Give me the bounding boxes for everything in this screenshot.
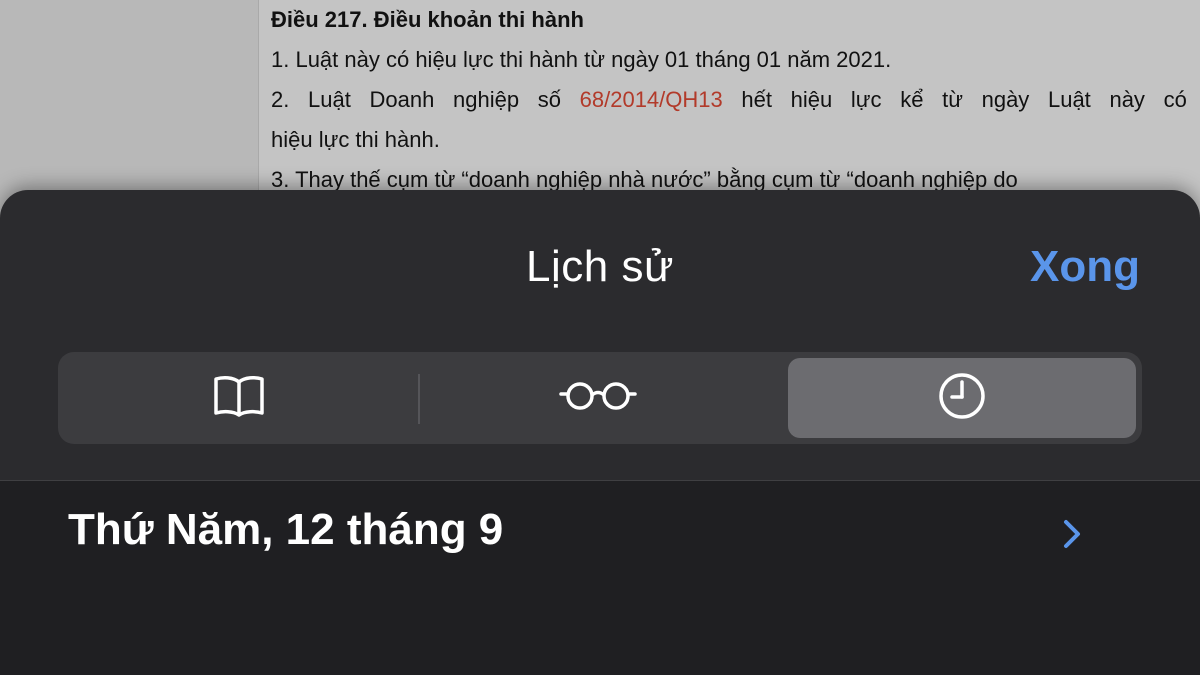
history-clock-icon xyxy=(936,370,988,427)
doc-word: Luật xyxy=(308,87,351,112)
document-heading: Điều 217. Điều khoản thi hành xyxy=(271,7,584,32)
history-list: Thứ Năm, 12 tháng 9 xyxy=(0,481,1200,675)
doc-word: lực xyxy=(850,87,882,112)
doc-word: ngày xyxy=(981,87,1030,112)
doc-word: từ xyxy=(942,87,963,112)
history-sheet: Lịch sử Xong Thứ Năm, 12 tháng 9 xyxy=(0,190,1200,675)
history-day-label: Thứ Năm, 12 tháng 9 xyxy=(68,505,504,554)
doc-word: này xyxy=(1109,87,1145,112)
doc-word: số xyxy=(537,87,561,112)
document-line: hiệu lực thi hành. xyxy=(271,127,440,152)
sheet-title: Lịch sử xyxy=(526,242,674,291)
doc-word: 2. xyxy=(271,87,290,112)
doc-word: kể xyxy=(900,87,924,112)
doc-word: nghiệp xyxy=(453,87,520,112)
document-line: 1. Luật này có hiệu lực thi hành từ ngày… xyxy=(271,47,892,72)
book-icon xyxy=(211,374,267,423)
reading-list-glasses-icon xyxy=(558,378,638,419)
segment-reading-list[interactable] xyxy=(423,358,773,438)
document-line-justified: 2. Luật Doanh nghiệp số 68/2014/QH13 hết… xyxy=(271,80,1187,120)
segment-history[interactable] xyxy=(788,358,1136,438)
chevron-right-icon xyxy=(1062,519,1082,554)
segment-divider xyxy=(418,374,420,424)
doc-word: có xyxy=(1163,87,1187,112)
document-text: Điều 217. Điều khoản thi hành 1. Luật nà… xyxy=(271,0,1187,200)
segmented-control xyxy=(58,352,1142,444)
law-reference-link[interactable]: 68/2014/QH13 xyxy=(580,80,723,120)
doc-word: hiệu xyxy=(790,87,833,112)
history-day-row[interactable]: Thứ Năm, 12 tháng 9 xyxy=(0,481,1200,591)
doc-word: hết xyxy=(741,87,772,112)
segment-bookmarks[interactable] xyxy=(64,358,414,438)
doc-word: Doanh xyxy=(369,87,435,112)
doc-word: Luật xyxy=(1047,87,1091,112)
done-button[interactable]: Xong xyxy=(1030,242,1140,292)
